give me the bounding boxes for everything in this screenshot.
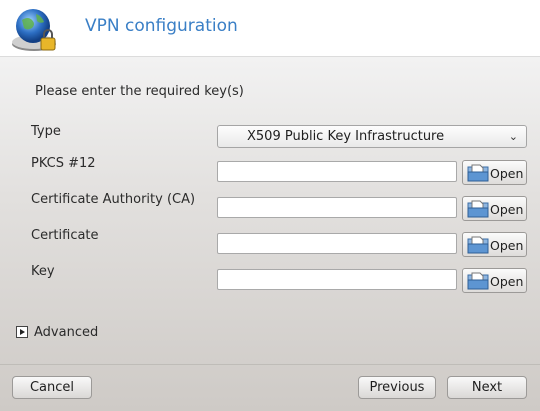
header: VPN configuration	[0, 0, 540, 56]
folder-open-icon	[467, 236, 489, 254]
folder-open-icon	[467, 200, 489, 218]
key-open-button[interactable]: Open	[462, 268, 527, 293]
open-label: Open	[490, 238, 524, 253]
certificate-label: Certificate	[31, 228, 99, 243]
ca-open-button[interactable]: Open	[462, 196, 527, 221]
open-label: Open	[490, 274, 524, 289]
pkcs-label: PKCS #12	[31, 156, 96, 171]
footer-separator	[0, 364, 540, 365]
previous-button[interactable]: Previous	[358, 376, 436, 399]
ca-input[interactable]	[217, 197, 457, 218]
cancel-button[interactable]: Cancel	[12, 376, 92, 399]
certificate-open-button[interactable]: Open	[462, 232, 527, 257]
instruction-text: Please enter the required key(s)	[35, 84, 244, 99]
chevron-down-icon: ⌄	[508, 130, 518, 143]
ca-label: Certificate Authority (CA)	[31, 192, 196, 207]
key-label: Key	[31, 264, 55, 279]
type-select-value: X509 Public Key Infrastructure	[247, 129, 445, 144]
type-label: Type	[31, 124, 61, 139]
key-input[interactable]	[217, 269, 457, 290]
expander-arrow-icon	[16, 326, 28, 338]
vpn-globe-lock-icon	[12, 9, 56, 51]
folder-open-icon	[467, 164, 489, 182]
next-button[interactable]: Next	[447, 376, 527, 399]
type-select[interactable]: X509 Public Key Infrastructure ⌄	[217, 125, 527, 148]
advanced-label: Advanced	[34, 325, 99, 340]
pkcs-open-button[interactable]: Open	[462, 160, 527, 185]
open-label: Open	[490, 166, 524, 181]
pkcs-input[interactable]	[217, 161, 457, 182]
certificate-input[interactable]	[217, 233, 457, 254]
open-label: Open	[490, 202, 524, 217]
folder-open-icon	[467, 272, 489, 290]
page-title: VPN configuration	[85, 16, 238, 36]
